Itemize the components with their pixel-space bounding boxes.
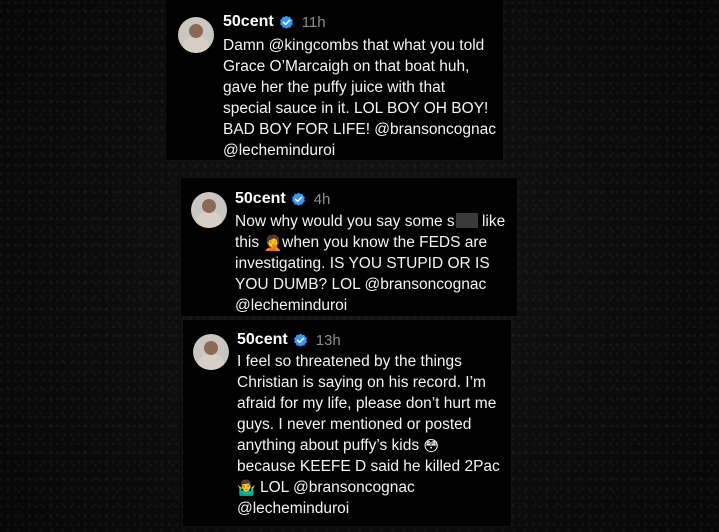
text-fragment: this [235,234,264,251]
comment-text: Damn @kingcombs that what you told Grace… [223,35,496,161]
comment-text: I feel so threatened by the things Chris… [237,351,500,519]
text-fragment: when you know the FEDS are [282,234,488,251]
comment-line: gave her the puffy juice with that [223,79,446,96]
comment-line: because KEEFE D said he killed 2Pac [237,458,500,475]
comment-line: Now why would you say some s like [235,211,505,232]
timestamp: 4h [313,190,331,208]
text-fragment: anything about puffy’s kids [237,437,424,454]
mention-link[interactable]: @lecheminduroi [223,140,496,161]
username[interactable]: 50cent [237,331,288,349]
comment-line: special sauce in it. LOL BOY OH BOY! [223,100,489,117]
comment-header: 50cent 11h [223,13,326,31]
verified-badge-icon [279,15,294,30]
comment-card-1: 50cent 11h Damn @kingcombs that what you… [166,0,503,160]
avatar[interactable] [191,192,227,228]
text-fragment: LOL @bransoncognac [255,479,415,496]
comment-line: Damn @kingcombs that what you told [223,37,485,54]
username[interactable]: 50cent [235,190,286,208]
timestamp: 13h [315,331,341,349]
timestamp: 11h [301,13,326,31]
comment-line: this 🤦when you know the FEDS are [235,232,505,253]
text-fragment: like [477,213,506,230]
comment-card-2: 50cent 4h Now why would you say some s l… [181,178,517,316]
comment-line: 🤷‍♂️ LOL @bransoncognac [237,477,500,498]
comment-line: YOU DUMB? LOL @bransoncognac [235,276,487,293]
comment-header: 50cent 13h [237,331,341,349]
comment-line: guys. I never mentioned or posted [237,416,472,433]
avatar[interactable] [178,17,214,53]
username[interactable]: 50cent [223,13,274,31]
comment-header: 50cent 4h [235,190,330,208]
comment-line: I feel so threatened by the things [237,353,462,370]
comment-line: anything about puffy’s kids 😳 [237,435,500,456]
comment-line: Grace O’Marcaigh on that boat huh, [223,58,470,75]
text-fragment: Now why would you say some s [235,213,455,230]
facepalm-emoji-icon: 🤦 [263,235,283,252]
mention-link[interactable]: @lecheminduroi [237,498,500,519]
comment-line: BAD BOY FOR LIFE! @bransoncognac [223,121,497,138]
redaction-block [455,213,478,228]
comment-card-3: 50cent 13h I feel so threatened by the t… [183,320,511,526]
shrug-emoji-icon: 🤷‍♂️ [237,480,256,497]
comment-line: Christian is saying on his record. I’m [237,374,486,391]
comment-line: afraid for my life, please don’t hurt me [237,395,497,412]
comment-line: investigating. IS YOU STUPID OR IS [235,255,490,272]
verified-badge-icon [291,192,306,207]
avatar[interactable] [193,334,229,370]
verified-badge-icon [293,333,308,348]
flushed-face-emoji-icon: 😳 [423,438,440,455]
mention-link[interactable]: @lecheminduroi [235,295,505,316]
comment-text: Now why would you say some s like this 🤦… [235,211,505,316]
